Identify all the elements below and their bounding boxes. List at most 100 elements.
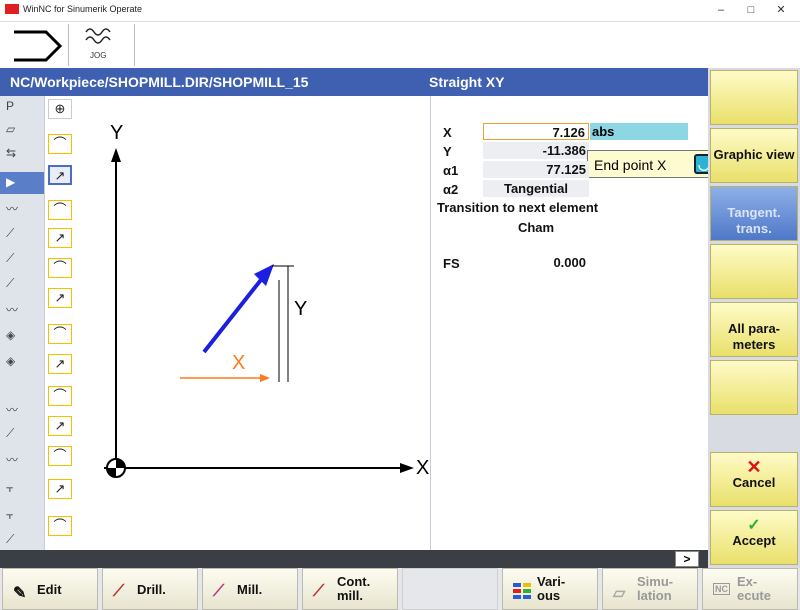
drill-button[interactable]: ⟋ Drill. bbox=[102, 568, 198, 610]
x-unit-select[interactable]: abs bbox=[590, 123, 688, 140]
x-axis-arrow bbox=[400, 463, 414, 473]
tooltip: End point X ◡ bbox=[587, 150, 717, 178]
y-label: Y bbox=[443, 144, 452, 159]
segment-line-3[interactable]: ↗ bbox=[48, 288, 72, 308]
x-label: X bbox=[443, 125, 452, 140]
left-icon-6[interactable]: ⟋ bbox=[6, 251, 26, 267]
drill-icon: ⟋ bbox=[113, 583, 125, 600]
segment-line-4[interactable]: ↗ bbox=[48, 354, 72, 374]
edit-button[interactable]: ✎ Edit bbox=[2, 568, 98, 610]
softkey-v4[interactable] bbox=[710, 244, 798, 299]
left-icon-8[interactable]: 〰 bbox=[6, 301, 26, 317]
tangent-trans-label: Tangent. trans. bbox=[727, 205, 781, 236]
cont-mill-label: Cont. mill. bbox=[337, 574, 371, 603]
segment-line-5[interactable]: ↗ bbox=[48, 416, 72, 436]
left-icon-5[interactable]: ⟋ bbox=[6, 226, 26, 242]
all-parameters-label: All para- meters bbox=[727, 321, 780, 352]
various-label: Vari- ous bbox=[537, 574, 566, 603]
mill-button[interactable]: ⟋ Mill. bbox=[202, 568, 298, 610]
left-icon-15[interactable]: ⫟ bbox=[6, 508, 26, 524]
segment-line-selected[interactable]: ↗ bbox=[48, 165, 72, 185]
vertical-softkeys: Graphic view Tangent. trans. All para- m… bbox=[708, 68, 800, 568]
segment-arc-1[interactable]: ⌒ bbox=[48, 134, 72, 154]
left-icon-13[interactable]: 〰 bbox=[6, 451, 26, 467]
segment-arc-3[interactable]: ⌒ bbox=[48, 258, 72, 278]
nc-execute-icon: NC bbox=[713, 583, 730, 595]
left-icon-0[interactable]: P bbox=[6, 99, 26, 115]
left-icon-10[interactable]: ◈ bbox=[6, 354, 26, 370]
segment-arc-4[interactable]: ⌒ bbox=[48, 324, 72, 344]
parameter-panel: X 7.126 abs Y -11.386 End point X ◡ α1 7… bbox=[431, 96, 717, 550]
segment-line-2[interactable]: ↗ bbox=[48, 228, 72, 248]
a2-select[interactable]: Tangential bbox=[483, 180, 589, 197]
x-dimension-label: X bbox=[232, 352, 246, 374]
left-icon-11[interactable]: 〰 bbox=[6, 401, 26, 417]
graphic-view-label: Graphic view bbox=[713, 147, 795, 162]
left-icon-14[interactable]: ⫟ bbox=[6, 481, 26, 497]
tangent-trans-button[interactable]: Tangent. trans. bbox=[710, 186, 798, 241]
edit-label: Edit bbox=[37, 582, 62, 597]
scroll-more-button[interactable]: > bbox=[675, 551, 699, 567]
cont-mill-button[interactable]: ⟋ Cont. mill. bbox=[302, 568, 398, 610]
contour-tree-column: P ▱ ⇆ ▶ 〰 ⟋ ⟋ ⟋ 〰 ◈ ◈ 〰 ⟋ 〰 ⫟ ⫟ ⟋ bbox=[0, 96, 44, 550]
accept-check-icon: ✓ bbox=[747, 517, 761, 534]
start-point-icon[interactable]: ⊕ bbox=[48, 99, 72, 119]
x-axis-label: X bbox=[416, 457, 430, 479]
y-axis-arrow bbox=[111, 148, 121, 162]
a1-value-field[interactable]: 77.125 bbox=[483, 161, 589, 178]
element-title: Straight XY bbox=[429, 74, 505, 90]
minimize-button[interactable]: – bbox=[710, 2, 732, 18]
y-axis-label: Y bbox=[110, 122, 124, 144]
tooltip-text: End point X bbox=[594, 157, 667, 173]
left-icon-7[interactable]: ⟋ bbox=[6, 276, 26, 292]
left-icon-9[interactable]: ◈ bbox=[6, 328, 26, 344]
simulation-label: Simu- lation bbox=[637, 574, 674, 603]
close-button[interactable]: ✕ bbox=[770, 2, 792, 18]
straight-line-diagram bbox=[104, 148, 414, 478]
horizontal-softkeys: ✎ Edit ⟋ Drill. ⟋ Mill. ⟋ Cont. mill. Vari- … bbox=[0, 568, 800, 610]
simulation-icon: ▱ bbox=[613, 585, 626, 602]
cancel-button[interactable]: ✕ Cancel bbox=[710, 452, 798, 507]
accept-label: Accept bbox=[732, 533, 776, 548]
jog-mode-button[interactable]: JOG bbox=[80, 24, 120, 64]
fs-label: FS bbox=[443, 256, 460, 271]
left-icon-12[interactable]: ⟋ bbox=[6, 426, 26, 442]
y-value-field[interactable]: -11.386 bbox=[483, 142, 589, 159]
left-icon-16[interactable]: ⟋ bbox=[6, 532, 26, 548]
contour-graphic: Y X X Y bbox=[74, 96, 430, 550]
segment-arc-2[interactable]: ⌒ bbox=[48, 200, 72, 220]
various-icon bbox=[513, 583, 533, 606]
left-icon-3[interactable]: ▶ bbox=[6, 175, 26, 191]
transition-label: Transition to next element bbox=[437, 200, 599, 215]
segment-list: ⊕ ⌒ ↗ ⌒ ↗ ⌒ ↗ ⌒ ↗ ⌒ ↗ ⌒ ↗ ⌒ bbox=[44, 96, 74, 550]
x-value-field[interactable]: 7.126 bbox=[483, 123, 589, 140]
cancel-label: Cancel bbox=[732, 475, 776, 490]
maximize-button[interactable]: □ bbox=[740, 2, 762, 18]
simulation-button[interactable]: ▱ Simu- lation bbox=[602, 568, 698, 610]
transition-select[interactable]: Cham bbox=[483, 219, 589, 236]
segment-arc-5[interactable]: ⌒ bbox=[48, 386, 72, 406]
segment-arc-6[interactable]: ⌒ bbox=[48, 446, 72, 466]
app-logo-icon bbox=[5, 4, 19, 14]
execute-label: Ex- ecute bbox=[737, 574, 771, 603]
various-button[interactable]: Vari- ous bbox=[502, 568, 598, 610]
softkey-v6[interactable] bbox=[710, 360, 798, 415]
contour-mill-icon: ⟋ bbox=[313, 583, 325, 600]
softkey-v1[interactable] bbox=[710, 70, 798, 125]
fs-value-field[interactable]: 0.000 bbox=[483, 254, 589, 271]
jog-wave-icon bbox=[85, 28, 111, 44]
left-icon-4[interactable]: 〰 bbox=[6, 200, 26, 216]
execute-button[interactable]: NC Ex- ecute bbox=[702, 568, 798, 610]
path-header: NC/Workpiece/SHOPMILL.DIR/SHOPMILL_15 St… bbox=[0, 68, 708, 96]
all-parameters-button[interactable]: All para- meters bbox=[710, 302, 798, 357]
y-dimension-label: Y bbox=[294, 298, 308, 320]
program-path: NC/Workpiece/SHOPMILL.DIR/SHOPMILL_15 bbox=[10, 74, 309, 90]
accept-button[interactable]: ✓ Accept bbox=[710, 510, 798, 565]
straight-line-segment bbox=[202, 274, 266, 354]
left-icon-2[interactable]: ⇆ bbox=[6, 146, 26, 162]
left-icon-1[interactable]: ▱ bbox=[6, 122, 26, 138]
graphic-view-button[interactable]: Graphic view bbox=[710, 128, 798, 183]
segment-arc-7[interactable]: ⌒ bbox=[48, 516, 72, 536]
segment-line-6[interactable]: ↗ bbox=[48, 479, 72, 499]
mode-arrow-icon[interactable] bbox=[12, 28, 64, 64]
